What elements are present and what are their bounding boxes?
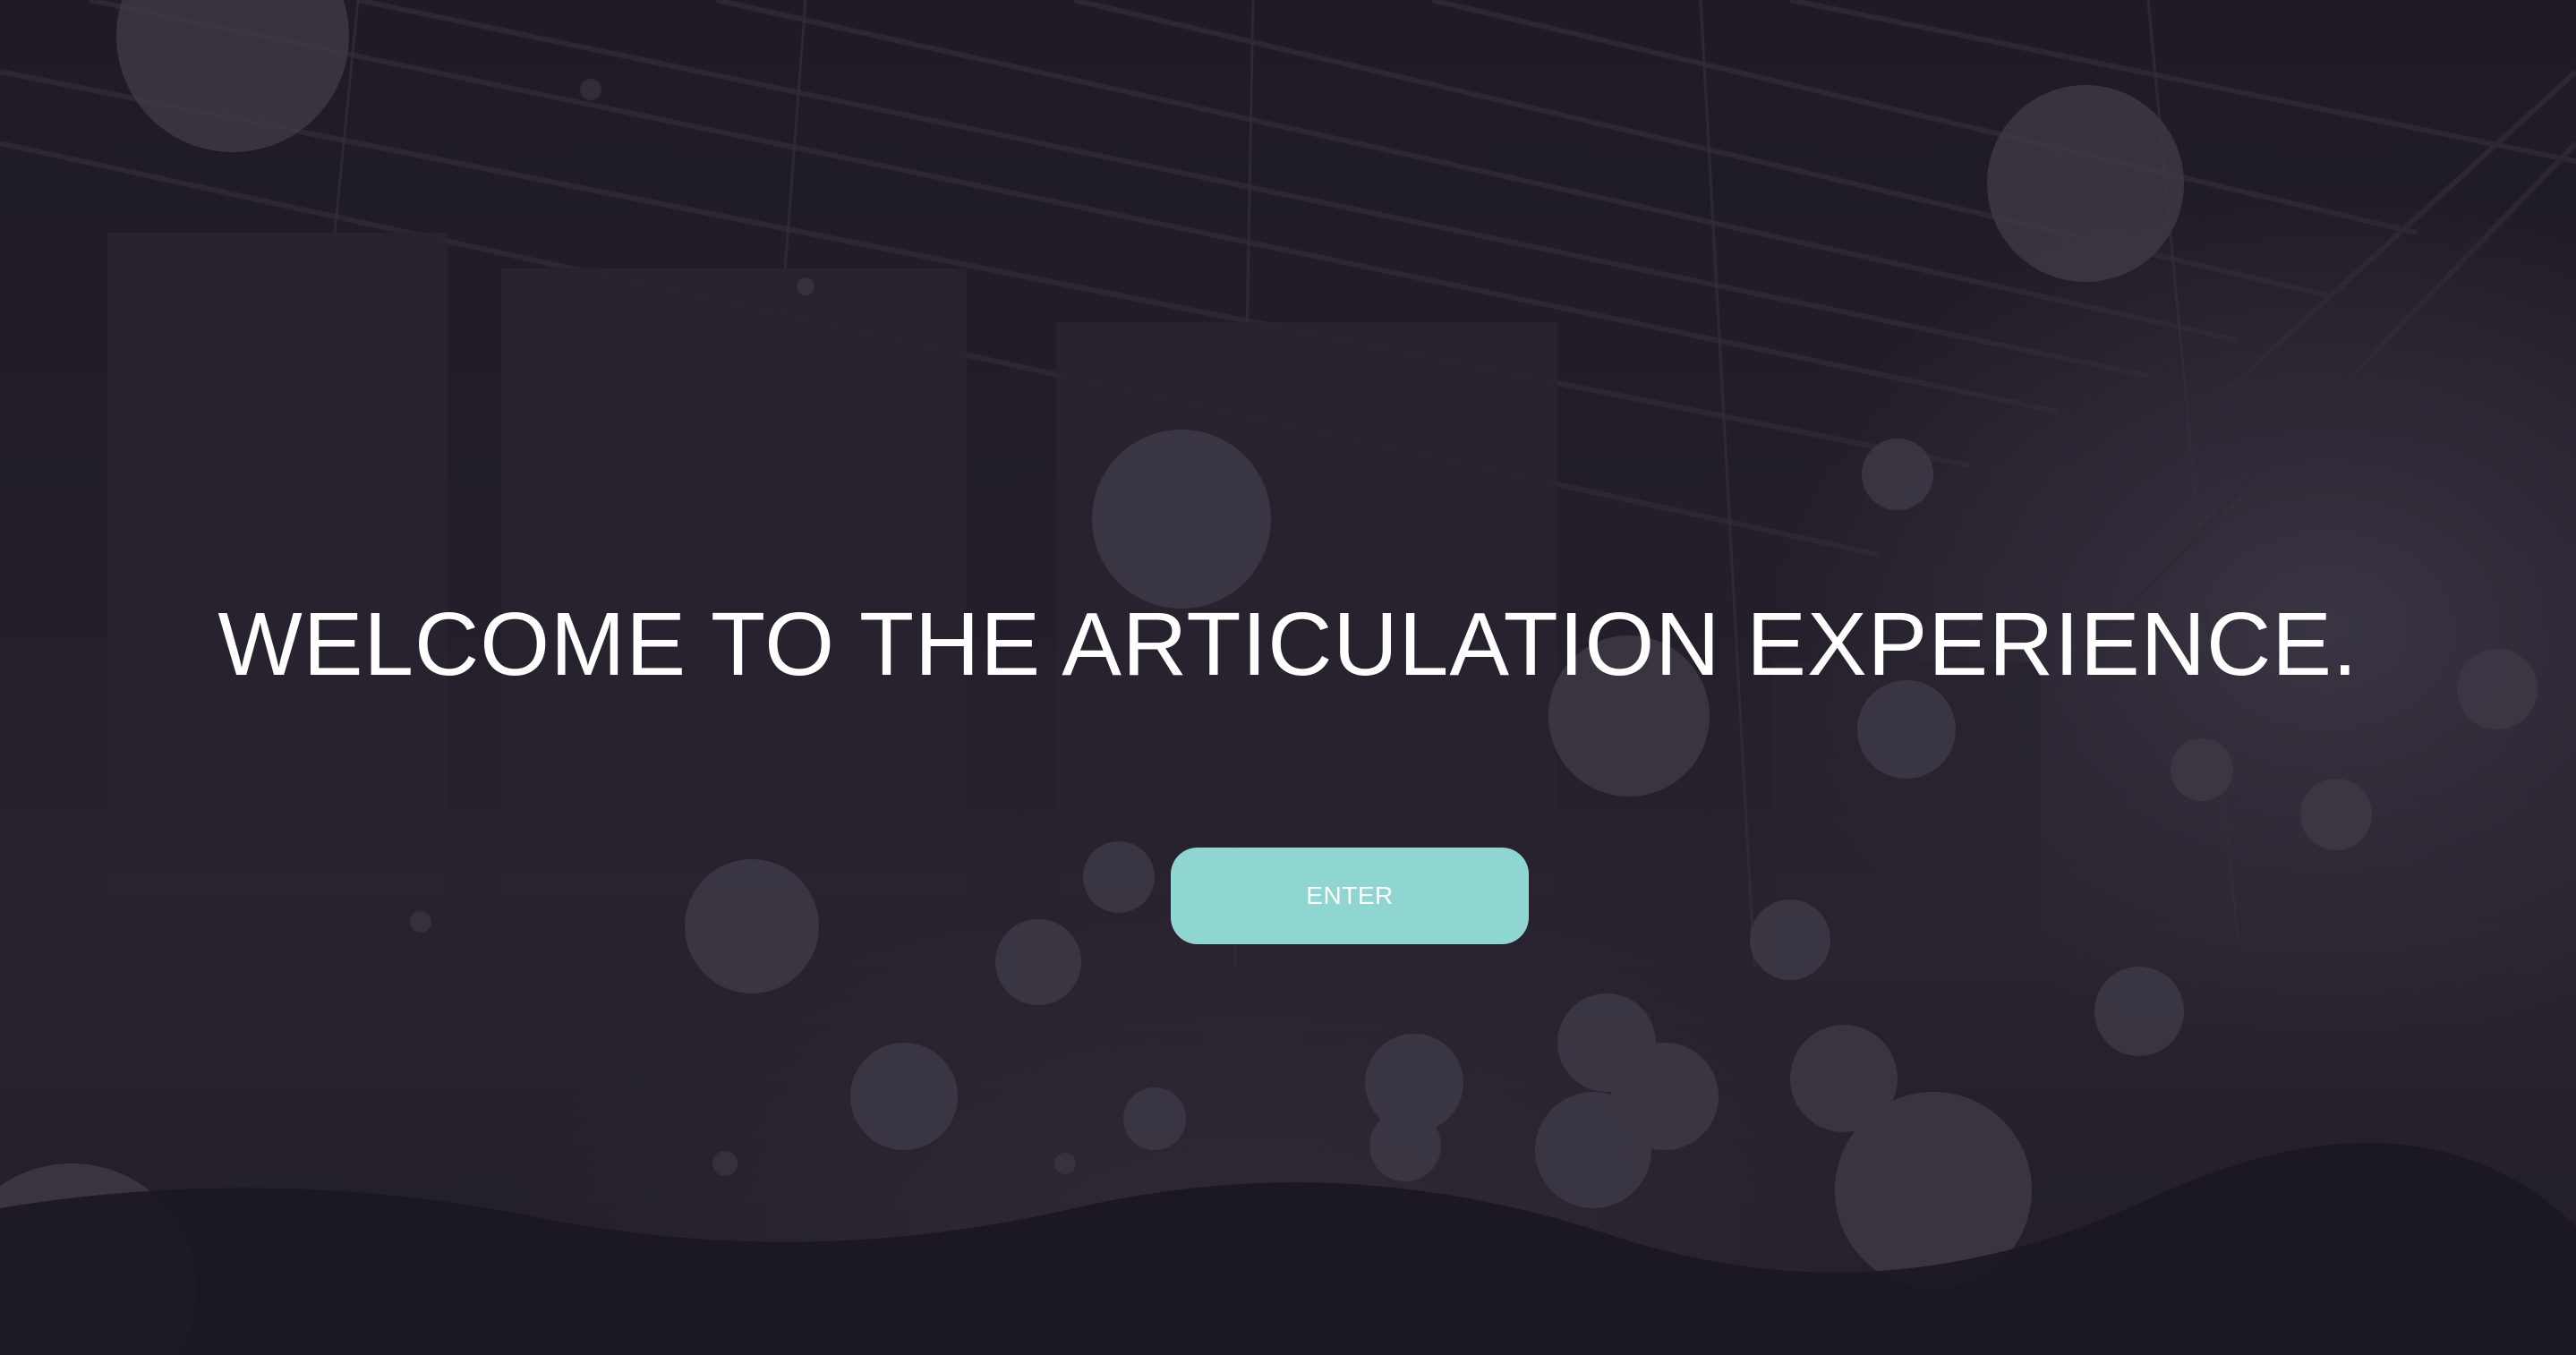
welcome-headline: WELCOME TO THE ARTICULATION EXPERIENCE. <box>218 594 2358 695</box>
enter-button[interactable]: ENTER <box>1171 848 1529 944</box>
landing-page: WELCOME TO THE ARTICULATION EXPERIENCE. … <box>0 0 2576 1355</box>
